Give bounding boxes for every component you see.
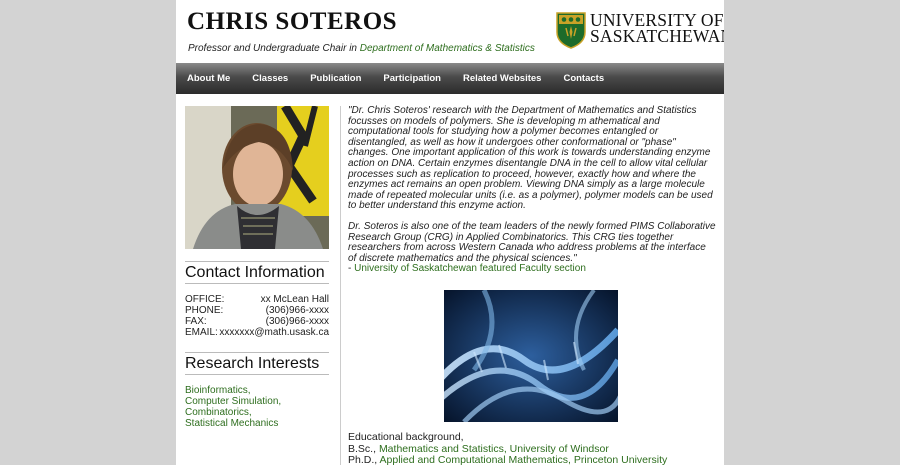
- contact-label: EMAIL:: [185, 327, 218, 338]
- education-phd: Ph.D., Applied and Computational Mathema…: [348, 454, 668, 465]
- bsc-link[interactable]: Mathematics and Statistics, University o…: [379, 443, 609, 455]
- contact-label: PHONE:: [185, 305, 224, 316]
- subtitle: Professor and Undergraduate Chair in Dep…: [188, 43, 535, 54]
- nav-contacts[interactable]: Contacts: [552, 73, 615, 84]
- phd-prefix: Ph.D.,: [348, 454, 380, 465]
- nav-classes[interactable]: Classes: [241, 73, 299, 84]
- university-wordmark: UNIVERSITY OF SASKATCHEWAN: [590, 11, 724, 46]
- column-divider: [340, 106, 341, 465]
- contact-row-fax: FAX: (306)966-xxxx: [185, 316, 329, 327]
- nav-publication[interactable]: Publication: [299, 73, 372, 84]
- research-link-statistical-mechanics[interactable]: Statistical Mechanics: [185, 418, 329, 429]
- sidebar: Contact Information OFFICE: xx McLean Ha…: [185, 106, 329, 429]
- research-link-computer-simulation[interactable]: Computer Simulation,: [185, 396, 329, 407]
- featured-faculty-link[interactable]: University of Saskatchewan featured Facu…: [354, 263, 586, 275]
- site-title[interactable]: CHRIS SOTEROS: [187, 8, 397, 36]
- contact-table: OFFICE: xx McLean Hall PHONE: (306)966-x…: [185, 294, 329, 338]
- contact-row-office: OFFICE: xx McLean Hall: [185, 294, 329, 305]
- contact-row-email: EMAIL: xxxxxxx@math.usask.ca: [185, 327, 329, 338]
- quote-source: - University of Saskatchewan featured Fa…: [348, 263, 586, 275]
- nav-related-websites[interactable]: Related Websites: [452, 73, 553, 84]
- contact-value: (306)966-xxxx: [265, 316, 329, 327]
- university-crest-icon: [556, 12, 586, 49]
- contact-value: xx McLean Hall: [260, 294, 329, 305]
- research-link-combinatorics[interactable]: Combinatorics,: [185, 407, 329, 418]
- contact-row-phone: PHONE: (306)966-xxxx: [185, 305, 329, 316]
- profile-photo: [185, 106, 329, 249]
- contact-value: xxxxxxx@math.usask.ca: [219, 327, 329, 338]
- research-interests-list: Bioinformatics, Computer Simulation, Com…: [185, 385, 329, 429]
- research-heading: Research Interests: [185, 352, 329, 375]
- university-logo[interactable]: UNIVERSITY OF SASKATCHEWAN: [556, 11, 724, 50]
- nav-about-me[interactable]: About Me: [176, 73, 241, 84]
- dna-image: [444, 290, 618, 422]
- bsc-prefix: B.Sc.,: [348, 442, 379, 455]
- university-line-2: SASKATCHEWAN: [590, 26, 724, 46]
- quote-text-2: Dr. Soteros is also one of the team lead…: [348, 220, 716, 264]
- contact-label: FAX:: [185, 316, 207, 327]
- subtitle-prefix: Professor and Undergraduate Chair in: [188, 43, 360, 54]
- contact-label: OFFICE:: [185, 294, 225, 305]
- contact-value: (306)966-xxxx: [265, 305, 329, 316]
- main-navigation: About Me Classes Publication Participati…: [176, 63, 724, 94]
- research-link-bioinformatics[interactable]: Bioinformatics,: [185, 385, 329, 396]
- contact-heading: Contact Information: [185, 261, 329, 284]
- nav-participation[interactable]: Participation: [372, 73, 452, 84]
- page-container: CHRIS SOTEROS Professor and Undergraduat…: [176, 0, 724, 465]
- quote-paragraph-1: "Dr. Chris Soteros' research with the De…: [348, 105, 713, 212]
- quote-paragraph-2: Dr. Soteros is also one of the team lead…: [348, 220, 716, 275]
- phd-link[interactable]: Applied and Computational Mathematics, P…: [380, 454, 668, 465]
- education-section: Educational background, B.Sc., Mathemati…: [348, 431, 668, 465]
- main-content: "Dr. Chris Soteros' research with the De…: [348, 105, 716, 465]
- department-link[interactable]: Department of Mathematics & Statistics: [360, 43, 535, 54]
